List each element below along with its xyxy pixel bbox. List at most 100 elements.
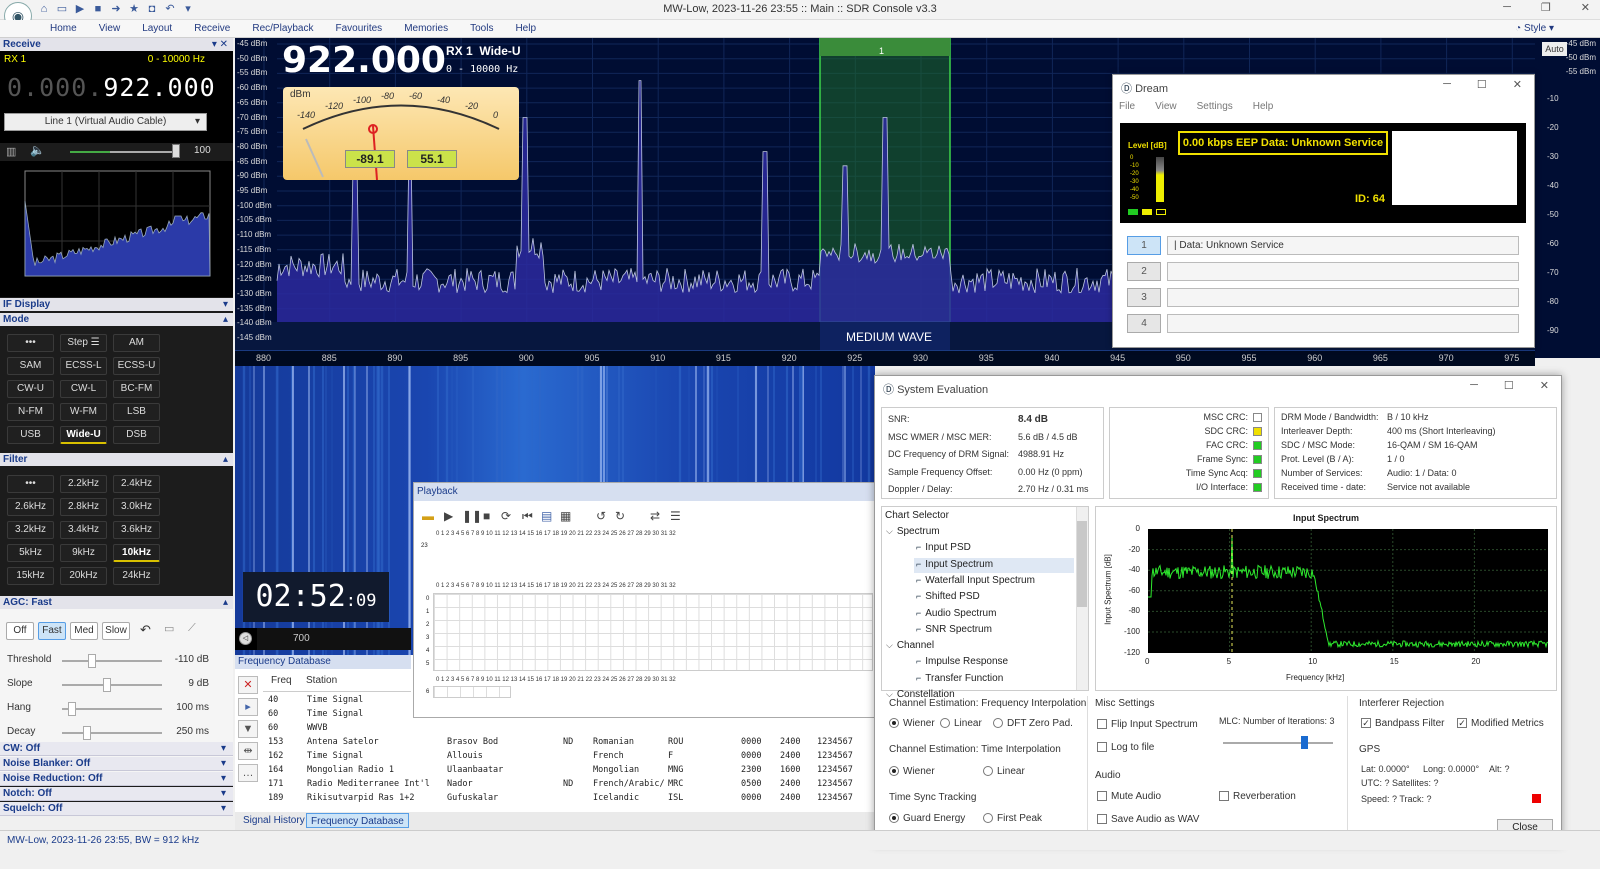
mode-header[interactable]: Mode ▴: [0, 313, 233, 326]
filter-icon[interactable]: ▼: [238, 720, 258, 738]
undo-icon[interactable]: ↶: [162, 2, 178, 17]
mode-button-cwl[interactable]: CW-L: [60, 380, 107, 398]
if-display-header[interactable]: IF Display ▾: [0, 298, 233, 311]
vfo-frequency[interactable]: 0.000.922.000: [7, 73, 216, 102]
tree-scroll-thumb[interactable]: [1077, 521, 1087, 607]
tab-frequency-database[interactable]: Frequency Database: [306, 813, 409, 828]
section-squelch[interactable]: Squelch: Off ▾: [0, 802, 233, 816]
table-row[interactable]: 153 Antena Satelor Brasov Bod ND Romanian ROU…: [268, 737, 868, 751]
tree-item[interactable]: ⌐ Waterfall Input Spectrum: [916, 575, 1035, 586]
filter-button-28khz[interactable]: 2.8kHz: [60, 498, 107, 516]
agc-slope-slider[interactable]: [62, 684, 162, 686]
mode-button-lsb[interactable]: LSB: [113, 403, 160, 421]
service-row[interactable]: 2: [1127, 262, 1527, 281]
mode-button-wideu[interactable]: Wide-U: [60, 426, 107, 444]
mode-button-[interactable]: •••: [7, 334, 54, 352]
close-icon[interactable]: ✕: [1581, 1, 1590, 14]
agc-slope-thumb[interactable]: [103, 678, 111, 692]
receive-header[interactable]: Receive ▾ ✕: [0, 38, 233, 51]
section-noise-reduction[interactable]: Noise Reduction: Off ▾: [0, 772, 233, 786]
agc-button-off[interactable]: Off: [6, 622, 34, 640]
log-to-file-checkbox[interactable]: Log to file: [1097, 742, 1154, 753]
rotate-right-icon[interactable]: ↻: [615, 509, 625, 523]
equalizer-icon[interactable]: ▥: [6, 145, 16, 158]
reverberation-checkbox[interactable]: Reverberation: [1219, 791, 1296, 802]
modified-metrics-checkbox[interactable]: ✓ Modified Metrics: [1457, 718, 1544, 729]
tab-signal-history[interactable]: Signal History: [239, 813, 309, 828]
radio-ce_time-wiener[interactable]: Wiener: [889, 766, 935, 777]
table-row[interactable]: 162 Time Signal Allouis French F 0000 2400 1234…: [268, 751, 868, 765]
filter-button-36khz[interactable]: 3.6kHz: [113, 521, 160, 539]
mute-audio-checkbox[interactable]: Mute Audio: [1097, 791, 1161, 802]
close-icon[interactable]: ✕: [1540, 379, 1549, 392]
tree-item[interactable]: ⌐ Shifted PSD: [916, 591, 980, 602]
menu-recplayback[interactable]: Rec/Playback: [252, 23, 313, 34]
mode-button-dsb[interactable]: DSB: [113, 426, 160, 444]
filter-header[interactable]: Filter ▴: [0, 453, 233, 466]
flip-spectrum-checkbox[interactable]: Flip Input Spectrum: [1097, 719, 1198, 730]
mode-button-ecssu[interactable]: ECSS-U: [113, 357, 160, 375]
filter-button-15khz[interactable]: 15kHz: [7, 567, 54, 585]
radio-ce_freq-linear[interactable]: Linear: [940, 718, 982, 729]
table-row[interactable]: 171 Radio Mediterranee Int'l Nador ND French…: [268, 779, 868, 793]
sync-icon[interactable]: ⇄: [650, 509, 660, 523]
play-icon[interactable]: ▶: [444, 509, 453, 523]
waterfall-slider[interactable]: [257, 628, 411, 650]
dream-menu-file[interactable]: File: [1119, 101, 1135, 112]
filter-button-20khz[interactable]: 20kHz: [60, 567, 107, 585]
filter-button-34khz[interactable]: 3.4kHz: [60, 521, 107, 539]
agc-hang-slider[interactable]: [62, 708, 162, 710]
open-folder-icon[interactable]: ▬: [422, 509, 434, 523]
filter-button-30khz[interactable]: 3.0kHz: [113, 498, 160, 516]
mode-button-step[interactable]: Step ☰: [60, 334, 107, 352]
menu-memories[interactable]: Memories: [404, 23, 448, 34]
menu-layout[interactable]: Layout: [142, 23, 172, 34]
tree-item[interactable]: ⌐ Audio Spectrum: [916, 608, 996, 619]
agc-threshold-slider[interactable]: [62, 660, 162, 662]
radio-tst-guardenergy[interactable]: Guard Energy: [889, 813, 965, 824]
tree-item[interactable]: ⌐ SNR Spectrum: [916, 624, 992, 635]
service-row[interactable]: 1 | Data: Unknown Service: [1127, 236, 1527, 255]
mode-button-sam[interactable]: SAM: [7, 357, 54, 375]
tune-icon[interactable]: ▸: [238, 698, 258, 716]
playback-row-6[interactable]: [433, 686, 511, 698]
agc-decay-slider[interactable]: [62, 732, 162, 734]
radio-ce_freq-wiener[interactable]: Wiener: [889, 718, 935, 729]
chart-selector[interactable]: Chart Selector ⌵ Spectrum ⌐ Input PSD ⌐ Input …: [881, 506, 1089, 700]
record-list-icon[interactable]: ▤: [541, 509, 552, 523]
menu-view[interactable]: View: [99, 23, 121, 34]
table-row[interactable]: 60 WWVB: [268, 723, 868, 737]
tree-item[interactable]: ⌵ Spectrum: [886, 526, 940, 537]
volume-thumb[interactable]: [172, 144, 180, 158]
mode-button-am[interactable]: AM: [113, 334, 160, 352]
agc-header[interactable]: AGC: Fast ▴: [0, 596, 233, 609]
service-button[interactable]: 2: [1127, 262, 1161, 281]
speaker-icon[interactable]: 🔈: [30, 143, 45, 157]
audio-device-select[interactable]: Line 1 (Virtual Audio Cable) ▾: [4, 113, 207, 131]
spectrum-frequency[interactable]: 922.000: [282, 40, 446, 81]
tree-item[interactable]: ⌐ Input PSD: [916, 542, 971, 553]
skip-back-icon[interactable]: ⏮: [522, 509, 533, 524]
dream-menu-view[interactable]: View: [1155, 101, 1177, 112]
calendar-icon[interactable]: ▦: [560, 509, 571, 523]
agc-threshold-thumb[interactable]: [88, 654, 96, 668]
mode-button-usb[interactable]: USB: [7, 426, 54, 444]
filter-button-9khz[interactable]: 9kHz: [60, 544, 107, 562]
mode-button-nfm[interactable]: N-FM: [7, 403, 54, 421]
filter-button-32khz[interactable]: 3.2kHz: [7, 521, 54, 539]
mode-button-bcfm[interactable]: BC-FM: [113, 380, 160, 398]
service-button[interactable]: 1: [1127, 236, 1161, 255]
maximize-icon[interactable]: ☐: [1504, 379, 1514, 392]
menu-home[interactable]: Home: [50, 23, 77, 34]
star-icon[interactable]: ★: [126, 2, 142, 17]
tree-item[interactable]: ⌵ Channel: [886, 640, 934, 651]
mode-button-cwu[interactable]: CW-U: [7, 380, 54, 398]
radio-ce_time-linear[interactable]: Linear: [983, 766, 1025, 777]
back-arrow-icon[interactable]: ↶: [140, 622, 151, 638]
tree-item[interactable]: ⌐ Transfer Function: [916, 673, 1003, 684]
pause-icon[interactable]: ❚❚: [462, 509, 482, 523]
camera-icon[interactable]: ◘: [144, 2, 160, 17]
more-icon[interactable]: …: [238, 764, 258, 782]
filter-button-10khz[interactable]: 10kHz: [113, 544, 160, 562]
radio-tst-firstpeak[interactable]: First Peak: [983, 813, 1042, 824]
